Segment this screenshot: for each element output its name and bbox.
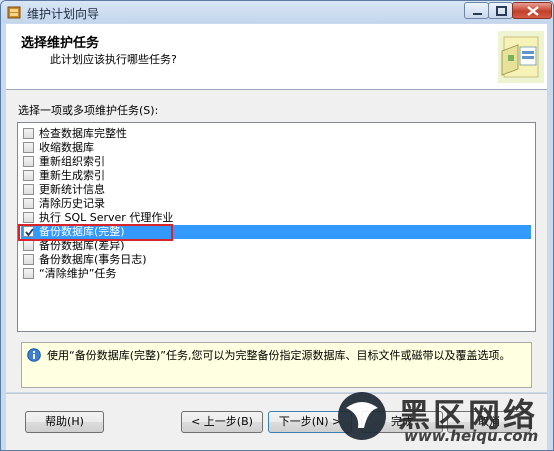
info-icon — [27, 348, 41, 362]
task-label: 更新统计信息 — [39, 183, 105, 196]
task-description-panel: 使用“备份数据库(完整)”任务,您可以为完整备份指定源数据库、目标文件或磁带以及… — [21, 342, 532, 388]
wizard-app-icon — [7, 6, 21, 19]
task-selection-panel: 选择一项或多项维护任务(S): 检查数据库完整性 收缩数据库 重新组织索引 重新生成索… — [6, 90, 547, 392]
help-button[interactable]: 帮助(H) — [25, 411, 104, 433]
task-list-item[interactable]: 收缩数据库 — [21, 141, 531, 155]
title-bar[interactable]: 维护计划向导 — [1, 1, 553, 23]
close-icon — [527, 6, 539, 16]
task-label: 备份数据库(差异) — [39, 239, 125, 252]
task-list-item[interactable]: 检查数据库完整性 — [21, 127, 531, 141]
task-checkbox[interactable] — [23, 268, 34, 279]
task-list-item[interactable]: “清除维护”任务 — [21, 267, 531, 281]
minimize-icon — [473, 13, 482, 15]
close-button[interactable] — [512, 2, 552, 19]
task-checkbox[interactable] — [23, 184, 34, 195]
task-checkbox[interactable] — [23, 170, 34, 181]
task-list-label: 选择一项或多项维护任务(S): — [18, 104, 159, 117]
task-checkbox[interactable] — [23, 212, 34, 223]
wizard-header-image — [498, 31, 544, 83]
watermark-url: www.heiqu.com — [404, 427, 539, 445]
task-label: 清除历史记录 — [39, 197, 105, 210]
task-label: 重新生成索引 — [39, 169, 105, 182]
task-list-item[interactable]: 备份数据库(事务日志) — [21, 253, 531, 267]
maximize-button[interactable] — [488, 2, 513, 19]
task-list-item[interactable]: 重新生成索引 — [21, 169, 531, 183]
task-list-item[interactable]: 备份数据库(差异) — [21, 239, 531, 253]
task-list-item[interactable]: 更新统计信息 — [21, 183, 531, 197]
task-list-item[interactable]: 清除历史记录 — [21, 197, 531, 211]
task-checkbox[interactable] — [23, 128, 34, 139]
minimize-button[interactable] — [464, 2, 489, 19]
task-list-item[interactable]: 执行 SQL Server 代理作业 — [21, 211, 531, 225]
task-label: 备份数据库(事务日志) — [39, 253, 147, 266]
task-label: 重新组织索引 — [39, 155, 105, 168]
site-watermark: 黑区网络 www.heiqu.com — [332, 388, 552, 448]
task-checkbox[interactable] — [23, 156, 34, 167]
selected-task-annotation-box — [18, 224, 173, 241]
task-label: 收缩数据库 — [39, 141, 94, 154]
window-title: 维护计划向导 — [27, 7, 100, 21]
page-subtitle: 此计划应该执行哪些任务? — [50, 53, 177, 66]
wizard-window: 维护计划向导 选择维护任务 此计划应该执行哪些任务? 选择一项或多项维护任务(S… — [0, 0, 554, 451]
task-label: “清除维护”任务 — [39, 267, 117, 280]
watermark-logo-icon — [338, 392, 386, 440]
page-title: 选择维护任务 — [21, 36, 100, 51]
task-list-item[interactable]: 重新组织索引 — [21, 155, 531, 169]
back-button[interactable]: < 上一步(B) — [181, 411, 263, 433]
task-label: 执行 SQL Server 代理作业 — [39, 211, 174, 224]
task-checkbox[interactable] — [23, 240, 34, 251]
task-checkbox[interactable] — [23, 142, 34, 153]
task-checkbox[interactable] — [23, 198, 34, 209]
maximize-icon — [496, 6, 507, 16]
task-label: 检查数据库完整性 — [39, 127, 127, 140]
task-description-text: 使用“备份数据库(完整)”任务,您可以为完整备份指定源数据库、目标文件或磁带以及… — [47, 349, 511, 362]
task-checkbox[interactable] — [23, 254, 34, 265]
wizard-header: 选择维护任务 此计划应该执行哪些任务? — [6, 24, 547, 90]
